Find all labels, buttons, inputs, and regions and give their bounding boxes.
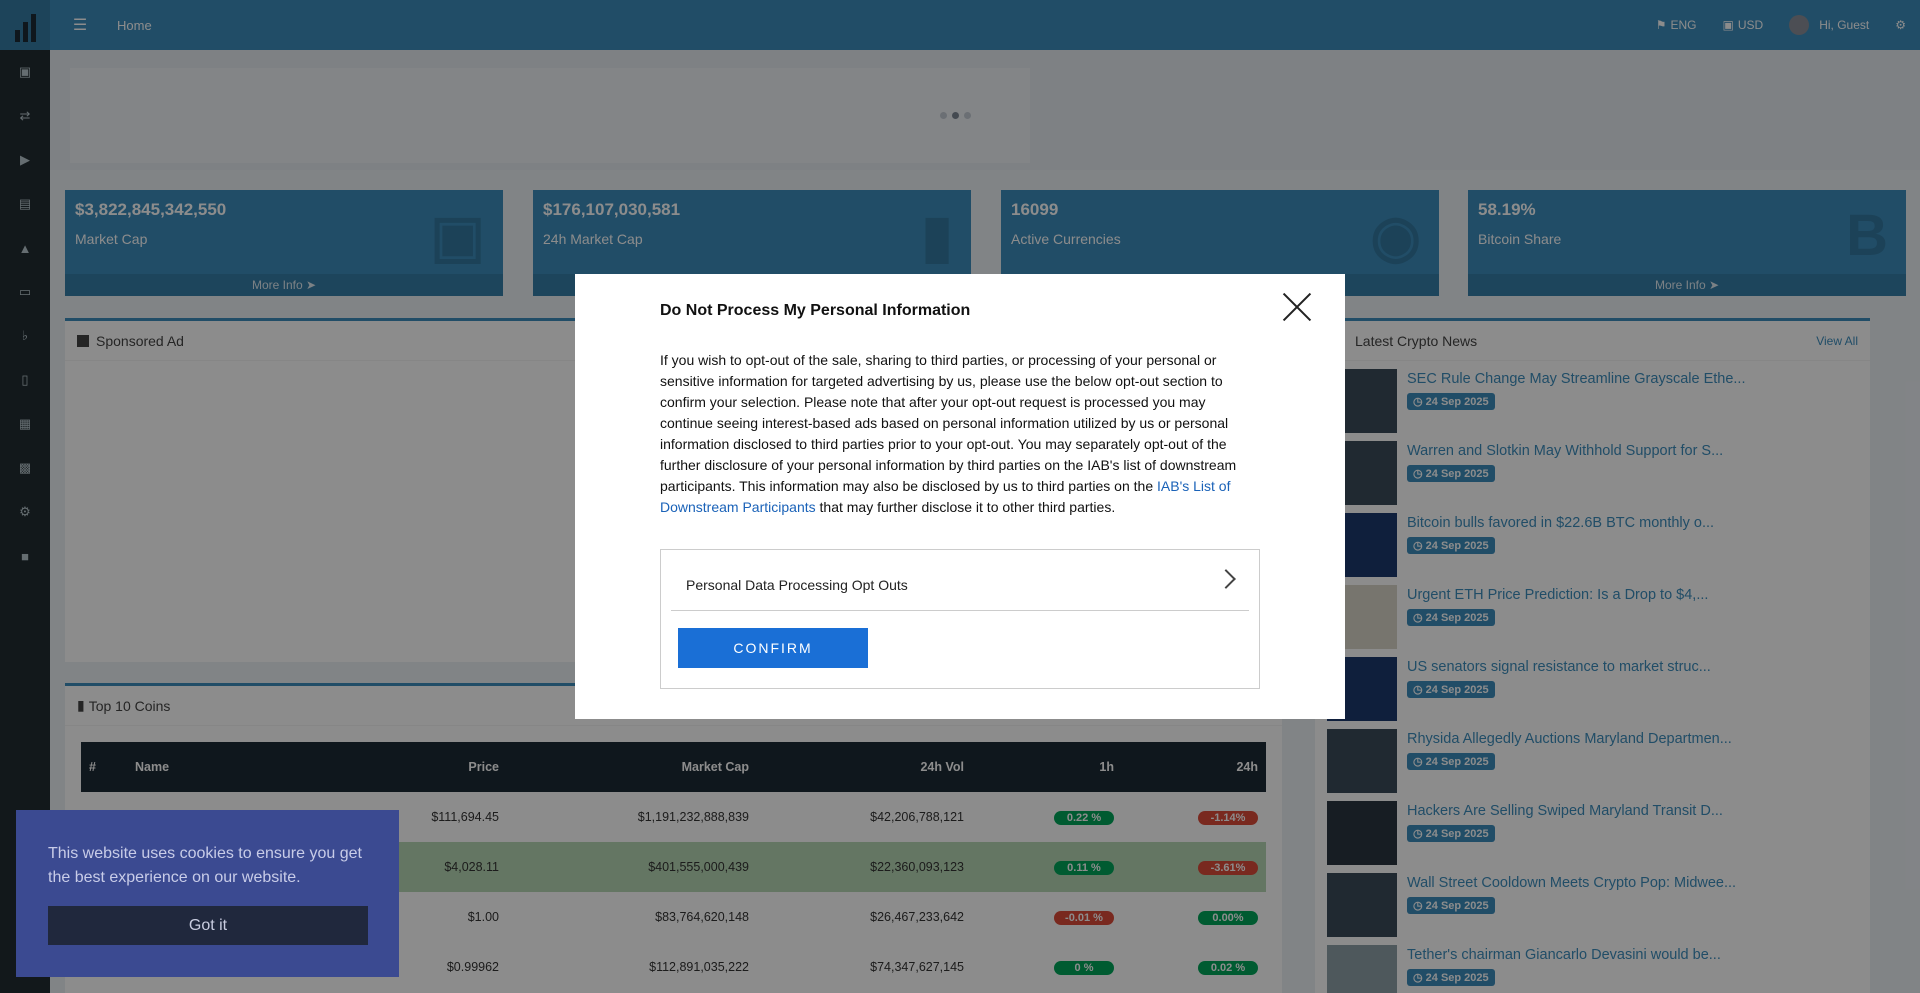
- got-it-button[interactable]: Got it: [48, 906, 368, 945]
- opt-out-label: Personal Data Processing Opt Outs: [686, 577, 908, 593]
- opt-out-section: Personal Data Processing Opt Outs CONFIR…: [660, 549, 1260, 689]
- close-icon[interactable]: [1282, 292, 1312, 322]
- modal-text: If you wish to opt-out of the sale, shar…: [660, 352, 1237, 494]
- modal-title: Do Not Process My Personal Information: [660, 302, 971, 319]
- privacy-modal: Do Not Process My Personal Information I…: [575, 274, 1345, 719]
- modal-body: If you wish to opt-out of the sale, shar…: [660, 350, 1255, 518]
- chevron-right-icon: [1216, 569, 1236, 589]
- confirm-button[interactable]: CONFIRM: [678, 628, 868, 668]
- modal-text-tail: that may further disclose it to other th…: [815, 499, 1116, 515]
- cookie-message: This website uses cookies to ensure you …: [48, 845, 362, 886]
- opt-out-row[interactable]: Personal Data Processing Opt Outs: [671, 550, 1249, 611]
- cookie-banner: This website uses cookies to ensure you …: [16, 810, 399, 977]
